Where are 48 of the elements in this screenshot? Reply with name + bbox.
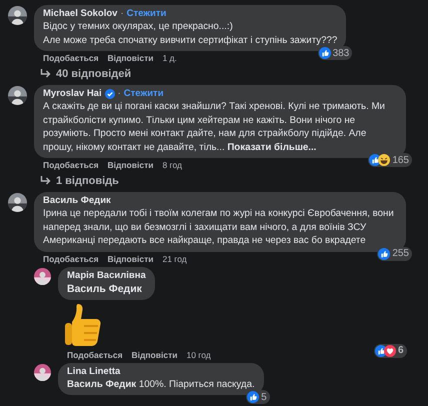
comment-text: Відос у темних окулярах, це прекрасно...:) Але може треба спочатку вивчити сертифікат і ступінь зажиту??? bbox=[43, 20, 338, 47]
comment-text: Ірина це передали тобі і твоїм колегам по журі на конкурсі Євробачення, вони наперед знали, що ви безмозглі і захищати вам нічого, а для воїнів ЗСУ Американці передають все найкраще, правда не через вас бо вкрадете bbox=[43, 207, 395, 248]
reply-link[interactable]: Відповісти bbox=[108, 53, 154, 63]
avatar-icon[interactable] bbox=[8, 193, 27, 212]
follow-link[interactable]: Стежити bbox=[124, 88, 164, 100]
author-name[interactable]: Michael Sokolov bbox=[43, 8, 118, 20]
reaction-count[interactable]: 5 bbox=[246, 390, 270, 404]
like-link[interactable]: Подобається bbox=[67, 350, 123, 360]
like-link[interactable]: Подобається bbox=[43, 53, 99, 63]
reaction-count[interactable]: 165 bbox=[368, 153, 412, 167]
mention-link[interactable]: Василь Федик bbox=[67, 282, 146, 296]
comment-time: 1 д. bbox=[162, 53, 177, 63]
reply-link[interactable]: Відповісти bbox=[108, 254, 154, 264]
like-reaction-icon bbox=[247, 391, 260, 403]
follow-link[interactable]: Стежити bbox=[126, 8, 166, 20]
show-more-link[interactable]: Показати більше... bbox=[227, 142, 316, 152]
love-reaction-icon bbox=[384, 344, 396, 356]
avatar-icon[interactable] bbox=[8, 86, 27, 105]
comment-time: 8 год bbox=[162, 160, 182, 170]
comment-text: А скажіть де ви ці погані каски знайшли? Такі хренові. Кулі не тримають. Ми страйкболісти купимо. Тільки цим хейтерам не кажіть. Вони нічого не розуміють. Просто мені контакт дайте, нам для страйкболу підійде. Але прошу, нікому контакт не давайте, тіль... Показати більше... bbox=[43, 100, 386, 154]
author-name[interactable]: Lina Linetta bbox=[67, 366, 120, 378]
author-name[interactable]: Марія Василівна bbox=[67, 270, 146, 282]
view-replies-link[interactable]: 40 відповідей bbox=[40, 66, 420, 81]
comment-text: Василь Федик 100%. Піариться паскуда. bbox=[67, 378, 255, 391]
like-link[interactable]: Подобається bbox=[43, 160, 99, 170]
author-name[interactable]: Myroslav Hai bbox=[43, 88, 102, 100]
thumbs-up-icon bbox=[64, 302, 102, 348]
reaction-count[interactable]: 255 bbox=[377, 246, 412, 260]
avatar-icon[interactable] bbox=[34, 364, 51, 380]
reaction-count[interactable]: 6 bbox=[374, 344, 407, 358]
haha-reaction-icon bbox=[378, 154, 390, 166]
mention-link[interactable]: Василь Федик bbox=[67, 378, 136, 390]
reaction-count[interactable]: 383 bbox=[318, 46, 352, 60]
avatar-icon[interactable] bbox=[34, 268, 51, 284]
comment-time: 10 год bbox=[186, 350, 211, 360]
separator-dot: · bbox=[118, 88, 121, 100]
reply-arrow-icon bbox=[40, 69, 51, 78]
comment-time: 21 год bbox=[162, 254, 187, 264]
like-reaction-icon bbox=[318, 47, 331, 59]
reply-link[interactable]: Відповісти bbox=[108, 160, 154, 170]
reply-link[interactable]: Відповісти bbox=[132, 350, 178, 360]
author-name[interactable]: Василь Федик bbox=[43, 195, 111, 207]
like-reaction-icon bbox=[378, 248, 390, 260]
reply-arrow-icon bbox=[40, 176, 51, 185]
avatar-icon[interactable] bbox=[8, 6, 27, 25]
view-replies-link[interactable]: 1 відповідь bbox=[40, 173, 420, 188]
separator-dot: · bbox=[120, 8, 124, 20]
like-link[interactable]: Подобається bbox=[43, 254, 99, 264]
